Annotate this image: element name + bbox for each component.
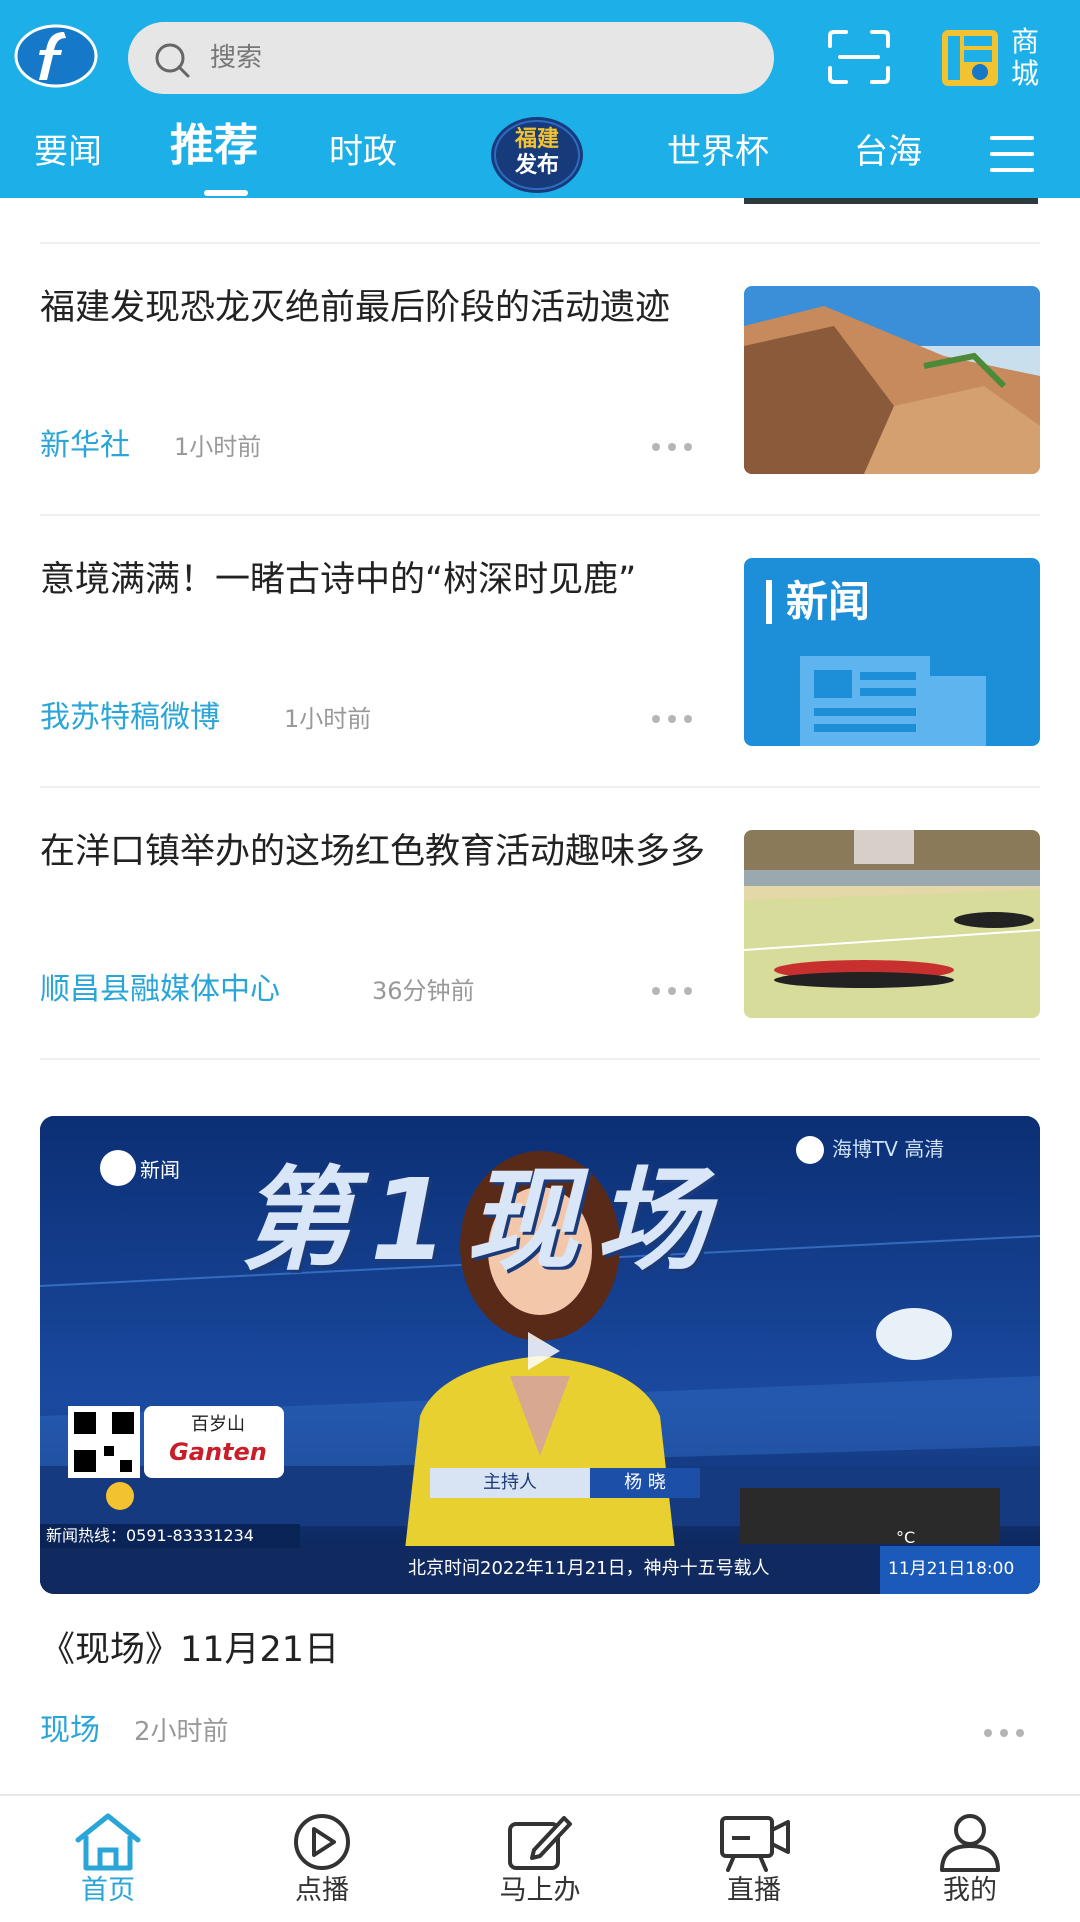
- thumb-bar: [766, 580, 772, 624]
- article-time: 36分钟前: [372, 977, 475, 1005]
- article-title: 意境满满！一睹古诗中的“树深时见鹿”: [40, 560, 637, 600]
- tab-recommend[interactable]: 推荐: [170, 124, 258, 168]
- article-thumbnail: [744, 830, 1040, 1018]
- more-options-icon[interactable]: [652, 980, 700, 1000]
- article-source[interactable]: 新华社: [40, 426, 130, 466]
- nav-on-demand[interactable]: 点播: [252, 1812, 392, 1916]
- article-thumbnail: 新闻: [744, 558, 1040, 746]
- nav-home-label: 首页: [81, 1875, 135, 1906]
- divider: [40, 1058, 1040, 1060]
- nav-on-demand-label: 点播: [295, 1875, 349, 1906]
- video-ticker: 北京时间2022年11月21日，神舟十五号载人: [408, 1558, 770, 1579]
- fujian-badge-line1: 福建: [514, 127, 559, 152]
- divider: [40, 242, 1040, 244]
- tab-world-cup[interactable]: 世界杯: [667, 130, 769, 174]
- tab-yaowen[interactable]: 要闻: [34, 130, 102, 174]
- menu-icon[interactable]: [990, 136, 1036, 174]
- article-thumbnail: [744, 286, 1040, 474]
- video-camera-icon: [720, 1816, 790, 1872]
- video-host-name: 杨 晓: [624, 1472, 666, 1493]
- bottom-navigation: 首页 点播 马上办 直播 我的: [0, 1794, 1080, 1922]
- app-logo-icon[interactable]: [14, 20, 98, 90]
- nav-me[interactable]: 我的: [900, 1812, 1040, 1916]
- more-options-icon[interactable]: [652, 436, 700, 456]
- active-tab-indicator: [204, 190, 248, 196]
- video-host-label: 主持人: [483, 1472, 537, 1493]
- video-datetime: 11月21日18:00: [888, 1559, 1015, 1579]
- fujian-release-badge[interactable]: 福建 发布: [489, 116, 585, 194]
- newspaper-icon: [800, 656, 986, 746]
- nav-home[interactable]: 首页: [38, 1812, 178, 1916]
- article-title: 在洋口镇举办的这场红色教育活动趣味多多: [40, 832, 706, 872]
- play-icon[interactable]: [516, 1326, 566, 1376]
- article-source[interactable]: 顺昌县融媒体中心: [40, 970, 280, 1010]
- mall-button[interactable]: 商城: [940, 22, 1050, 94]
- scan-icon[interactable]: [826, 28, 892, 86]
- nav-live[interactable]: 直播: [684, 1812, 824, 1916]
- nav-me-label: 我的: [943, 1875, 997, 1906]
- thumb-news-label: 新闻: [786, 577, 871, 626]
- nav-services[interactable]: 马上办: [470, 1812, 610, 1916]
- play-circle-icon: [294, 1814, 350, 1870]
- top-header: 搜索 商城 要闻 推荐 时政 世界杯 台海 福建 发布: [0, 0, 1080, 198]
- nav-live-label: 直播: [727, 1875, 781, 1906]
- fu-mall-icon: [942, 30, 998, 86]
- tab-politics[interactable]: 时政: [329, 130, 397, 174]
- article-title: 福建发现恐龙灭绝前最后阶段的活动遗迹: [40, 288, 671, 328]
- user-icon: [940, 1814, 1000, 1872]
- more-options-icon[interactable]: [652, 708, 700, 728]
- divider: [40, 514, 1040, 516]
- search-icon: [155, 43, 190, 78]
- divider: [40, 786, 1040, 788]
- article-time: 1小时前: [174, 433, 262, 461]
- video-news-tag: 新闻: [140, 1158, 180, 1182]
- video-title[interactable]: 《现场》11月21日: [40, 1628, 339, 1672]
- video-ad-line2: Ganten: [169, 1438, 267, 1466]
- video-hotline: 新闻热线：0591-83331234: [46, 1526, 254, 1545]
- video-source[interactable]: 现场: [40, 1711, 100, 1751]
- previous-article-thumb-edge: [744, 198, 1038, 204]
- video-time: 2小时前: [134, 1717, 229, 1747]
- article-source[interactable]: 我苏特稿微博: [40, 698, 220, 738]
- fujian-badge-line2: 发布: [514, 153, 559, 178]
- video-ad-line1: 百岁山: [191, 1414, 245, 1435]
- more-options-icon[interactable]: [984, 1722, 1032, 1742]
- search-placeholder: 搜索: [210, 43, 263, 73]
- home-icon: [75, 1813, 141, 1871]
- edit-icon: [508, 1816, 572, 1870]
- video-temperature-unit: °C: [896, 1528, 916, 1547]
- search-bar[interactable]: 搜索: [128, 22, 774, 94]
- video-player[interactable]: 新闻 第1现场 海博TV 高清 百岁山 Ganten 主持人 杨 晓 新闻热线：…: [40, 1116, 1040, 1594]
- article-time: 1小时前: [284, 705, 372, 733]
- mall-label: 商城: [1010, 25, 1039, 90]
- tab-taihai[interactable]: 台海: [854, 130, 922, 174]
- nav-services-label: 马上办: [499, 1875, 581, 1906]
- video-channel-label: 海博TV 高清: [832, 1137, 945, 1161]
- video-show-name: 第1现场: [240, 1156, 726, 1286]
